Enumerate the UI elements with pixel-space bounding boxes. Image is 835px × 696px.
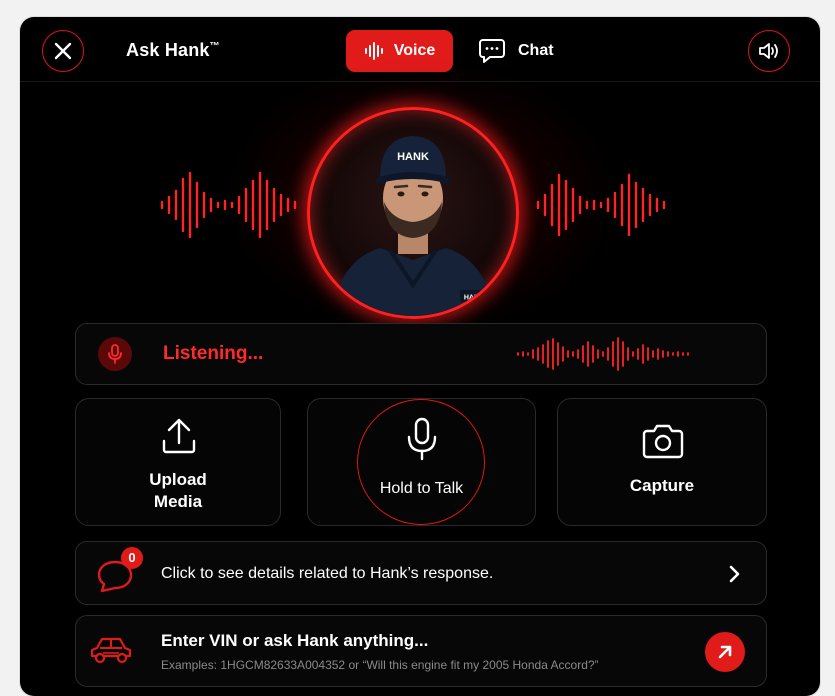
- hold-to-talk-label: Hold to Talk: [379, 480, 464, 497]
- microphone-icon: [108, 344, 122, 364]
- response-details-button[interactable]: 0 Click to see details related to Hank’s…: [75, 541, 767, 605]
- app-title: Ask Hank™: [126, 40, 220, 60]
- vin-query-input[interactable]: Enter VIN or ask Hank anything... Exampl…: [75, 615, 767, 687]
- voice-waveform-right: [536, 173, 666, 237]
- notification-badge: 0: [121, 547, 143, 569]
- chevron-right-icon: [729, 565, 740, 583]
- upload-media-button[interactable]: Upload Media: [75, 398, 281, 526]
- microphone-icon: [407, 417, 437, 461]
- capture-label: Capture: [629, 476, 695, 495]
- upload-media-label: Upload Media: [149, 470, 207, 511]
- listening-status-bar: Listening...: [75, 323, 767, 385]
- vin-input-examples: Examples: 1HGCM82633A004352 or “Will thi…: [161, 658, 599, 672]
- arrow-up-right-icon: [718, 645, 732, 659]
- details-text: Click to see details related to Hank’s r…: [161, 565, 494, 582]
- capture-button[interactable]: Capture: [557, 398, 767, 526]
- speaker-icon: [759, 43, 778, 59]
- hold-to-talk-button[interactable]: Hold to Talk: [307, 398, 536, 526]
- hank-portrait: HANK HANK: [330, 136, 496, 316]
- send-button[interactable]: [705, 632, 745, 672]
- close-button[interactable]: [42, 30, 84, 72]
- listening-status-text: Listening...: [163, 343, 264, 364]
- camera-icon: [642, 424, 684, 459]
- vin-input-prompt: Enter VIN or ask Hank anything...: [161, 631, 429, 650]
- speaker-button[interactable]: [748, 30, 790, 72]
- svg-text:HANK: HANK: [397, 151, 429, 163]
- listening-waveform: [517, 337, 689, 371]
- assistant-panel: Ask Hank™ Voice Chat HANK HANK Listening…: [20, 17, 820, 696]
- upload-icon: [162, 418, 196, 454]
- hank-avatar: HANK HANK: [307, 107, 519, 319]
- listening-mic-indicator: [98, 337, 132, 371]
- voice-waveform-left: [160, 171, 297, 239]
- car-icon: [90, 637, 132, 664]
- close-icon: [54, 42, 72, 60]
